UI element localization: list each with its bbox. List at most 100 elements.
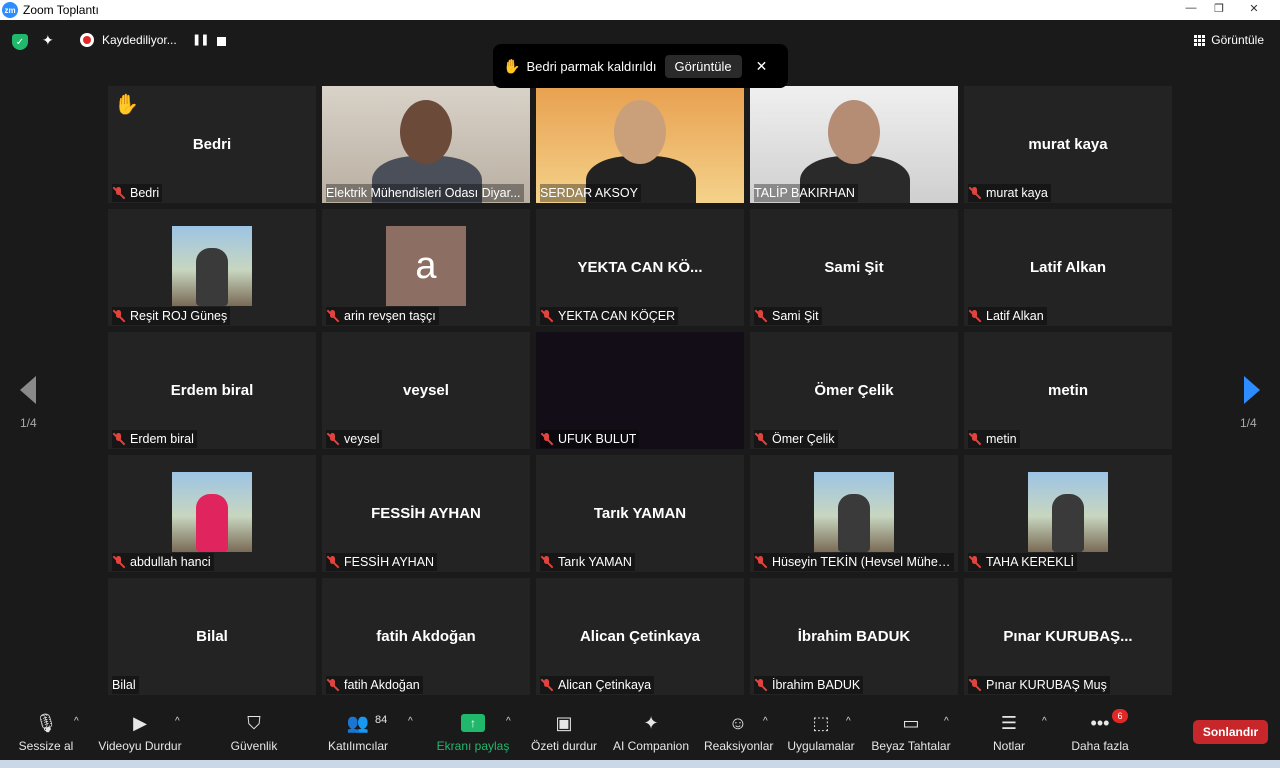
pause-recording-button[interactable]: ❚❚	[192, 33, 209, 46]
participant-name-label: Tarık YAMAN	[540, 553, 635, 571]
page-indicator-right: 1/4	[1240, 416, 1257, 430]
notification-view-button[interactable]: Görüntüle	[664, 54, 742, 78]
participant-tile[interactable]: FESSİH AYHAN FESSİH AYHAN	[322, 455, 530, 572]
participant-tile[interactable]: Bilal Bilal	[108, 578, 316, 695]
sparkle-icon[interactable]: ✦	[42, 32, 54, 49]
window-titlebar: zm Zoom Toplantı — ❐ ✕	[0, 0, 1280, 20]
participant-tile[interactable]: fatih Akdoğan fatih Akdoğan	[322, 578, 530, 695]
participant-tile[interactable]: UFUK BULUT	[536, 332, 744, 449]
participant-tile[interactable]: Pınar KURUBAŞ... Pınar KURUBAŞ Muş	[964, 578, 1172, 695]
notes-button[interactable]: ☰ Notlar	[988, 710, 1030, 754]
participant-display-name: Tarık YAMAN	[593, 505, 687, 522]
previous-page-arrow-icon[interactable]	[20, 376, 36, 404]
mic-muted-icon	[754, 309, 768, 323]
share-options-caret[interactable]: ^	[506, 716, 511, 727]
participant-tile[interactable]: TAHA KEREKLİ	[964, 455, 1172, 572]
share-screen-button[interactable]: ↑ Ekranı paylaş	[436, 710, 510, 753]
participant-tile[interactable]: Erdem biral Erdem biral	[108, 332, 316, 449]
participant-tile[interactable]: Bedri ✋ Bedri	[108, 86, 316, 203]
shield-check-icon[interactable]: ✓	[12, 34, 28, 50]
mute-options-caret[interactable]: ^	[74, 716, 79, 727]
participant-tile[interactable]: İbrahim BADUK İbrahim BADUK	[750, 578, 958, 695]
whiteboards-button[interactable]: ▭ Beyaz Tahtalar	[870, 710, 952, 754]
more-label: Daha fazla	[1071, 739, 1129, 753]
participant-tile[interactable]: Sami Şit Sami Şit	[750, 209, 958, 326]
participant-tile[interactable]: Reşit ROJ Güneş	[108, 209, 316, 326]
view-button[interactable]: Görüntüle	[1194, 33, 1264, 47]
participant-tile[interactable]: Latif Alkan Latif Alkan	[964, 209, 1172, 326]
participant-name: SERDAR AKSOY	[540, 186, 638, 200]
stop-recording-button[interactable]	[217, 37, 226, 46]
recording-indicator[interactable]: Kaydediliyor...	[80, 33, 177, 47]
mic-muted-icon	[540, 432, 554, 446]
mic-muted-icon	[540, 678, 554, 692]
participant-tile[interactable]: veysel veysel	[322, 332, 530, 449]
whiteboards-options-caret[interactable]: ^	[944, 716, 949, 727]
close-window-button[interactable]: ✕	[1234, 0, 1274, 16]
raise-hand-notification: ✋ Bedri parmak kaldırıldı Görüntüle ✕	[493, 44, 788, 88]
participant-name-label: UFUK BULUT	[540, 430, 640, 448]
microphone-icon: 🎙	[34, 712, 58, 733]
video-label: Videoyu Durdur	[98, 739, 182, 753]
mute-button[interactable]: 🎙 Sessize al	[18, 710, 74, 754]
participant-display-name: Latif Alkan	[1029, 259, 1107, 276]
close-icon[interactable]: ✕	[756, 58, 768, 75]
notes-label: Notlar	[992, 739, 1025, 753]
participant-tile[interactable]: Hüseyin TEKİN (Hevsel Mühen...	[750, 455, 958, 572]
mic-muted-icon	[968, 432, 982, 446]
record-dot-icon	[80, 33, 94, 47]
stop-summary-button[interactable]: ▣ Özeti durdur	[528, 710, 600, 754]
participant-name: fatih Akdoğan	[344, 678, 420, 692]
security-button[interactable]: ⛉ Güvenlik	[226, 710, 282, 754]
restore-button[interactable]: ❐	[1206, 0, 1232, 16]
participant-tile[interactable]: Elektrik Mühendisleri Odası Diyar...	[322, 86, 530, 203]
participant-name-label: YEKTA CAN KÖÇER	[540, 307, 679, 325]
mic-muted-icon	[326, 678, 340, 692]
minimize-button[interactable]: —	[1178, 0, 1204, 16]
participant-tile[interactable]: Ömer Çelik Ömer Çelik	[750, 332, 958, 449]
page-indicator-left: 1/4	[20, 416, 37, 430]
notes-icon: ☰	[1000, 712, 1018, 733]
participant-tile[interactable]: a arin revşen taşçı	[322, 209, 530, 326]
participant-tile[interactable]: murat kaya murat kaya	[964, 86, 1172, 203]
participant-display-name: Alican Çetinkaya	[579, 628, 701, 645]
participant-tile[interactable]: SERDAR AKSOY	[536, 86, 744, 203]
participant-name: Tarık YAMAN	[558, 555, 632, 569]
participant-display-name: metin	[1047, 382, 1088, 399]
video-options-caret[interactable]: ^	[175, 716, 180, 727]
view-label: Görüntüle	[1211, 33, 1264, 47]
avatar: a	[386, 226, 466, 306]
notes-options-caret[interactable]: ^	[1042, 716, 1047, 727]
next-page-arrow-icon[interactable]	[1244, 376, 1260, 404]
participant-tile[interactable]: abdullah hanci	[108, 455, 316, 572]
ai-companion-label: AI Companion	[612, 739, 690, 753]
participant-tile[interactable]: metin metin	[964, 332, 1172, 449]
ai-companion-button[interactable]: ✦ AI Companion	[612, 710, 690, 754]
shield-icon: ⛉	[247, 712, 261, 733]
apps-options-caret[interactable]: ^	[846, 716, 851, 727]
participant-tile[interactable]: Tarık YAMAN Tarık YAMAN	[536, 455, 744, 572]
participant-name-label: SERDAR AKSOY	[540, 184, 641, 202]
whiteboard-icon: ▭	[902, 712, 920, 733]
participant-display-name: İbrahim BADUK	[797, 628, 911, 645]
reactions-options-caret[interactable]: ^	[763, 716, 768, 727]
reactions-button[interactable]: ☺ Reaksiyonlar	[704, 710, 773, 754]
participant-name-label: İbrahim BADUK	[754, 676, 864, 694]
participant-name-label: Elektrik Mühendisleri Odası Diyar...	[326, 184, 524, 202]
participant-tile[interactable]: TALİP BAKIRHAN	[750, 86, 958, 203]
mic-muted-icon	[326, 432, 340, 446]
participants-options-caret[interactable]: ^	[408, 716, 413, 727]
participant-name-label: FESSİH AYHAN	[326, 553, 438, 571]
participant-tile[interactable]: YEKTA CAN KÖ... YEKTA CAN KÖÇER	[536, 209, 744, 326]
window-title: Zoom Toplantı	[23, 3, 99, 17]
participant-name: Bilal	[112, 678, 136, 692]
stop-video-button[interactable]: ▶ Videoyu Durdur	[96, 710, 184, 754]
participant-name-label: Alican Çetinkaya	[540, 676, 655, 694]
mic-muted-icon	[968, 186, 982, 200]
participant-name-label: TAHA KEREKLİ	[968, 553, 1077, 571]
participant-name: Hüseyin TEKİN (Hevsel Mühen...	[772, 555, 951, 569]
end-meeting-button[interactable]: Sonlandır	[1193, 720, 1268, 744]
share-label: Ekranı paylaş	[436, 739, 510, 753]
participant-tile[interactable]: Alican Çetinkaya Alican Çetinkaya	[536, 578, 744, 695]
participant-name: Bedri	[130, 186, 160, 200]
